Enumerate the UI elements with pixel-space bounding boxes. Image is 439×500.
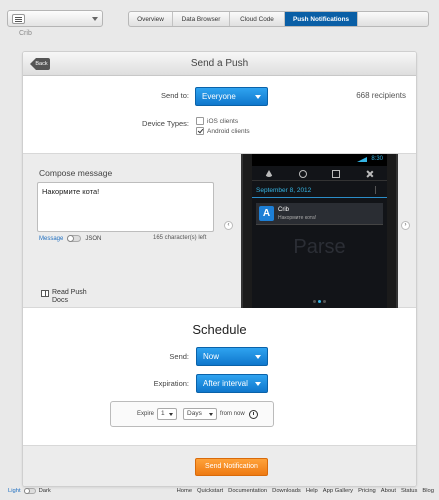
tab-overview[interactable]: Overview [129,12,173,26]
chevron-down-icon [255,95,261,99]
notification-date-row: September 8, 2012 [252,184,387,198]
ios-checkbox[interactable] [196,117,204,125]
theme-dark-label[interactable]: Dark [39,488,51,494]
notification-date: September 8, 2012 [256,187,312,194]
chevron-down-icon [92,17,98,21]
send-to-label: Send to: [161,91,189,100]
notification-card: A Crib Накормите кота! [256,203,383,225]
panel-header: Back Send a Push [23,52,416,76]
signal-icon [357,157,367,162]
expiration-value: After interval [203,379,248,388]
chevron-down-icon [255,355,261,359]
expire-prefix: Expire [137,411,155,417]
list-icon [12,14,25,24]
send-push-panel: Back Send a Push Send to: Everyone 668 r… [22,51,417,487]
footer-link-help[interactable]: Help [306,488,318,494]
expire-suffix: from now [220,411,245,417]
preview-next-arrow[interactable]: › [401,221,410,230]
json-mode-label: JSON [85,235,102,242]
tab-push-notifications[interactable]: Push Notifications [285,12,358,26]
ios-clients-label: iOS clients [207,117,239,125]
phone-screen: 8:30 September 8, 2012 A Crib Накормите … [252,154,387,308]
send-when-dropdown[interactable]: Now [196,347,268,366]
send-notification-button[interactable]: Send Notification [195,458,268,476]
compose-section: Compose message Накормите кота! Message … [23,153,416,308]
footer-link-home[interactable]: Home [177,488,192,494]
top-bar: Crib Overview Data Browser Cloud Code Pu… [0,0,439,44]
chevron-down-icon [209,413,214,416]
bluetooth-icon [298,169,307,178]
tab-cloud-code[interactable]: Cloud Code [230,12,285,26]
message-json-toggle[interactable] [67,235,82,242]
recipients-count: 668 recipients [356,91,406,100]
footer-link-status[interactable]: Status [401,488,417,494]
expire-interval-box: Expire 1 Days from now [110,401,274,427]
tab-data-browser[interactable]: Data Browser [173,12,230,26]
theme-switch[interactable] [23,488,36,494]
send-when-label: Send: [169,352,189,361]
read-push-docs-link[interactable]: Read Push Docs [41,289,87,305]
notification-body: Накормите кота! [278,215,317,221]
compose-title: Compose message [39,168,113,178]
footer-link-downloads[interactable]: Downloads [272,488,301,494]
android-clients-option[interactable]: Android clients [196,127,250,135]
rotation-icon [332,169,341,178]
book-icon [41,290,49,297]
expire-unit-value: Days [187,410,202,417]
quick-settings-row [252,167,387,181]
main-tabs: Overview Data Browser Cloud Code Push No… [128,11,429,27]
footer-link-pricing[interactable]: Pricing [358,488,376,494]
expiration-dropdown[interactable]: After interval [196,374,268,393]
android-clients-label: Android clients [207,127,250,135]
android-checkbox[interactable] [196,127,204,135]
schedule-title: Schedule [192,322,247,337]
footer-links: Home Quickstart Documentation Downloads … [172,488,434,494]
toggle-knob [67,235,75,242]
clock-icon [248,409,258,419]
send-to-dropdown[interactable]: Everyone [195,87,268,106]
app-store-icon: A [259,206,274,221]
page-footer: Light Dark Home Quickstart Documentation… [0,488,439,500]
expire-amount-value: 1 [161,410,165,417]
ios-clients-option[interactable]: iOS clients [196,117,238,125]
docs-link-label: Read Push Docs [52,289,87,304]
theme-light-label[interactable]: Light [8,488,21,494]
message-input[interactable]: Накормите кота! [37,182,214,232]
app-name: Crib [19,30,32,37]
tab-spacer [358,12,428,26]
footer-link-app-gallery[interactable]: App Gallery [323,488,353,494]
notification-title: Crib [278,207,290,213]
preview-prev-arrow[interactable]: ‹ [224,221,233,230]
expire-unit-select[interactable]: Days [183,408,218,420]
phone-time: 8:30 [371,156,383,162]
send-to-value: Everyone [202,92,236,101]
preview-pager [252,296,387,305]
message-mode-toggle-row: Message JSON [39,235,101,242]
theme-toggle: Light Dark [8,488,51,494]
page-title: Send a Push [190,58,249,69]
settings-icon [375,186,383,194]
footer-link-about[interactable]: About [381,488,396,494]
toggle-knob [23,488,30,494]
footer-link-blog[interactable]: Blog [422,488,434,494]
footer-link-documentation[interactable]: Documentation [228,488,267,494]
airplane-icon [366,170,374,178]
app-selector[interactable] [7,10,103,27]
chars-left: 165 character(s) left [153,235,207,241]
phone-preview: 8:30 September 8, 2012 A Crib Накормите … [241,154,398,308]
chevron-down-icon [169,413,174,416]
device-types-label: Device Types: [142,119,189,128]
send-when-value: Now [203,352,220,361]
phone-status-bar: 8:30 [252,154,387,166]
wifi-icon [264,170,273,177]
message-mode-label: Message [39,235,64,242]
expiration-label: Expiration: [153,379,189,388]
expire-amount-select[interactable]: 1 [157,408,178,420]
footer-link-quickstart[interactable]: Quickstart [197,488,223,494]
parse-watermark: Parse [293,236,346,258]
chevron-down-icon [255,382,261,386]
